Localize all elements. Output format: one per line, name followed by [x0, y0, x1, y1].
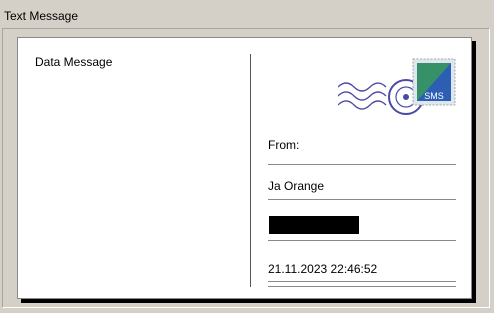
- message-timestamp: 21.11.2023 22:46:52: [268, 262, 378, 276]
- address-line: [268, 281, 456, 282]
- sender-name: Ja Orange: [268, 179, 325, 193]
- address-line: [268, 164, 456, 165]
- address-line: [268, 199, 456, 200]
- sms-stamp-icon: SMS: [412, 58, 456, 106]
- svg-text:SMS: SMS: [424, 91, 444, 101]
- address-line: [268, 240, 456, 241]
- data-message-label: Data Message: [35, 55, 113, 69]
- postmark-icon: SMS: [337, 58, 456, 115]
- from-label: From:: [268, 138, 300, 152]
- redacted-number: [269, 216, 359, 234]
- stamp-area: SMS: [337, 55, 458, 130]
- postcard-divider: [250, 54, 251, 287]
- address-line: [268, 286, 456, 287]
- window-title: Text Message: [4, 9, 79, 23]
- postcard: Data Message SMS From: Ja Orange 21.11.2…: [17, 37, 472, 299]
